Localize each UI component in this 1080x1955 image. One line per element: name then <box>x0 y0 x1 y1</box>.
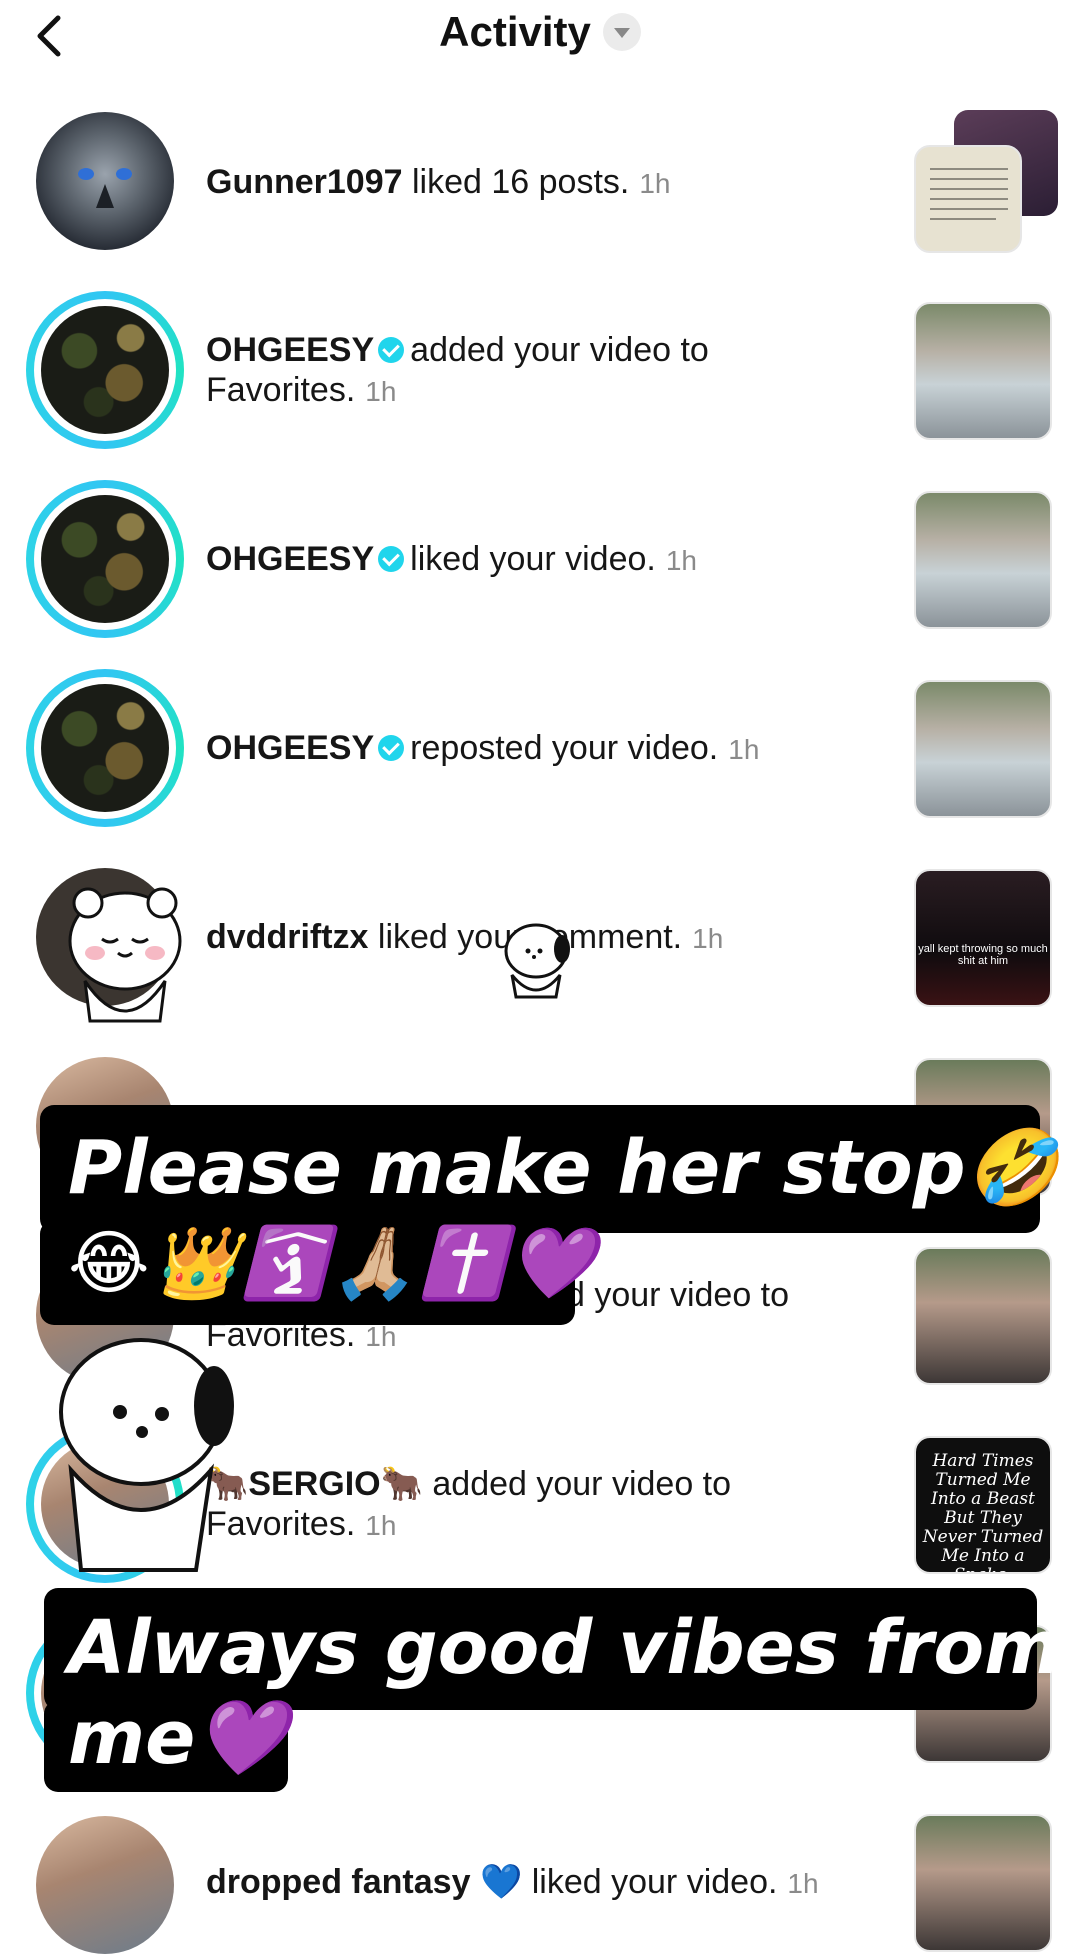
post-thumbnail[interactable] <box>914 680 1052 818</box>
avatar <box>41 684 169 812</box>
username[interactable]: OHGEESY <box>206 540 374 578</box>
username[interactable]: dropped fantasy <box>206 1863 470 1901</box>
avatar-story-ring[interactable] <box>26 480 184 638</box>
caption-text: me💜 <box>68 1695 288 1781</box>
caption-text: Always good vibes from <box>68 1605 1062 1691</box>
activity-row[interactable]: OHGEESY added your video to Favorites. 1h <box>0 254 1080 449</box>
post-thumbnail[interactable] <box>914 1814 1052 1952</box>
avatar <box>41 306 169 434</box>
puppy-sticker-icon <box>59 1338 234 1572</box>
avatar-story-ring[interactable] <box>26 669 184 827</box>
dog-sticker-icon <box>504 923 570 999</box>
bear-sticker-icon <box>68 887 182 1023</box>
username[interactable]: dvddriftzx <box>206 918 368 956</box>
caption-emojis: 😂👑🛐🙏🏼✝️💜 <box>68 1222 598 1304</box>
username[interactable]: OHGEESY <box>206 331 374 369</box>
activity-text: Gunner1097 liked 16 posts. 1h <box>206 163 671 201</box>
title-selector[interactable]: Activity <box>0 8 1080 56</box>
activity-text: dropped fantasy 💙 liked your video. 1h <box>206 1863 819 1901</box>
username[interactable]: 🐂SERGIO🐂 <box>206 1465 423 1503</box>
avatar-story-ring[interactable] <box>26 291 184 449</box>
post-thumbnail[interactable]: yall kept throwing so much shit at him <box>914 869 1052 1007</box>
verified-badge-icon <box>378 735 405 761</box>
post-thumbnail[interactable]: Hard Times Turned Me Into a Beast But Th… <box>914 1436 1052 1574</box>
activity-row[interactable]: dropped fantasy 💙 liked your video. 1h <box>0 1766 1080 1955</box>
caption-text: Please make her stop🤣 <box>68 1125 1058 1211</box>
activity-text: OHGEESY reposted your video. 1h <box>206 729 760 767</box>
post-thumbnail[interactable] <box>914 1247 1052 1385</box>
activity-text: 🐂SERGIO🐂 added your video to Favorites. 1… <box>206 1465 732 1543</box>
page-title: Activity <box>439 8 591 55</box>
activity-row[interactable]: dvddriftzx liked your comment. 1h yall ke… <box>0 821 1080 1023</box>
dropdown-caret-icon[interactable] <box>602 13 641 51</box>
post-thumbnail[interactable] <box>914 491 1052 629</box>
activity-row[interactable]: OHGEESY reposted your video. 1h <box>0 632 1080 827</box>
username[interactable]: OHGEESY <box>206 729 374 767</box>
avatar[interactable] <box>36 112 174 250</box>
activity-row[interactable]: OHGEESY liked your video. 1h <box>0 443 1080 638</box>
activity-header: Activity <box>0 0 1080 72</box>
post-thumbnail[interactable] <box>914 302 1052 440</box>
avatar <box>41 495 169 623</box>
username[interactable]: Gunner1097 <box>206 163 403 201</box>
activity-row[interactable]: Gunner1097 liked 16 posts. 1h <box>0 65 1080 254</box>
activity-text: OHGEESY added your video to Favorites. 1h <box>206 331 709 409</box>
verified-badge-icon <box>378 546 405 572</box>
verified-badge-icon <box>378 337 405 363</box>
post-thumbnail[interactable] <box>914 145 1022 253</box>
activity-text: OHGEESY liked your video. 1h <box>206 540 698 578</box>
avatar[interactable] <box>36 1816 174 1954</box>
